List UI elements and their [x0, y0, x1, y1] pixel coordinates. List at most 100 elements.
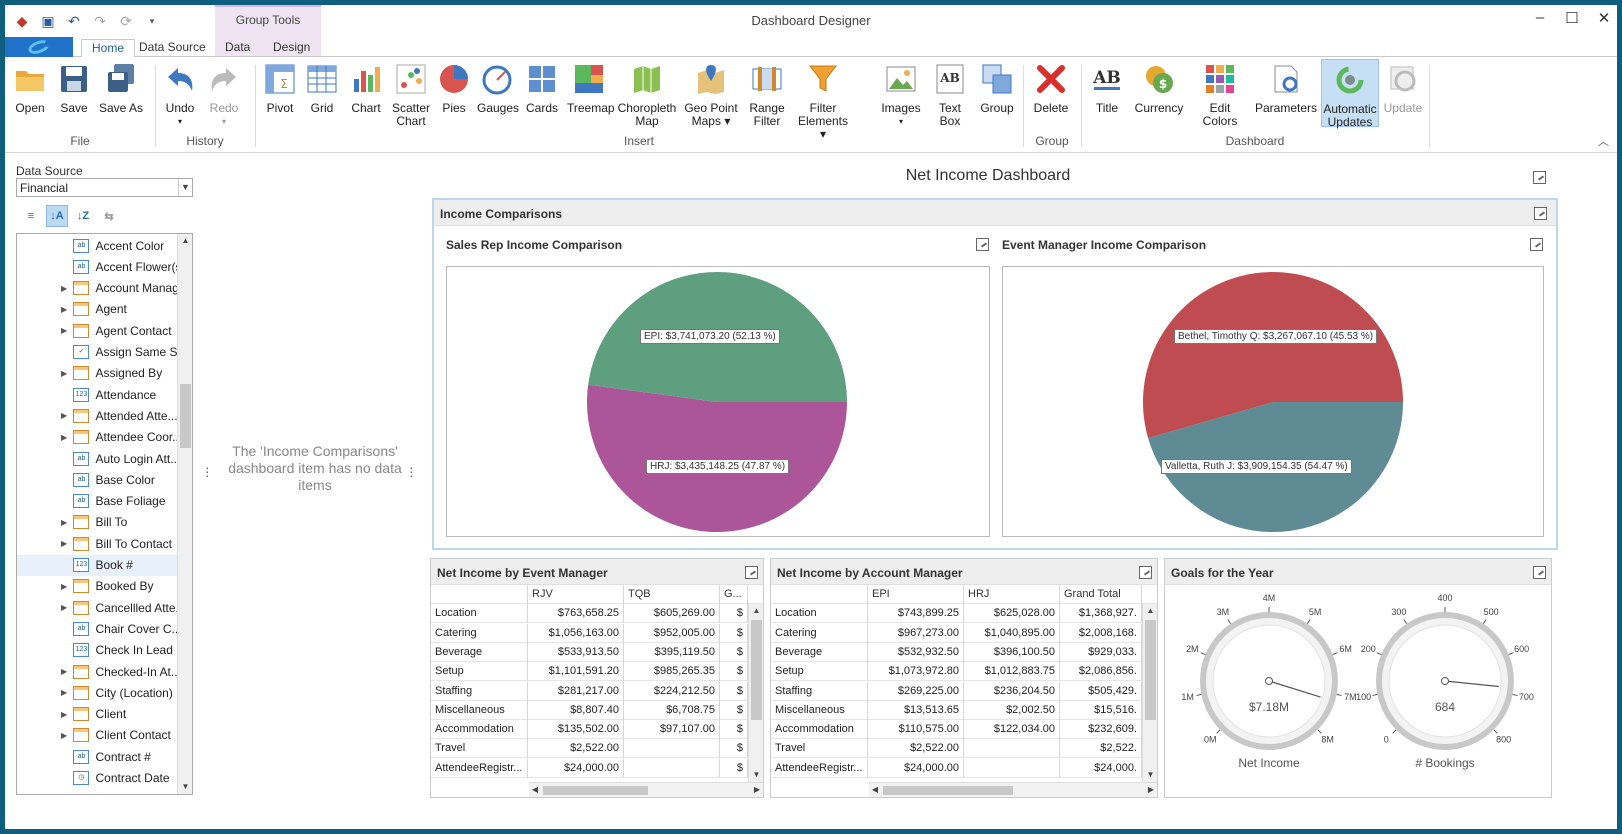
table-row[interactable]: Staffing $281,217.00 $224,212.50 $	[431, 681, 763, 701]
close-icon[interactable]: ✕	[1597, 9, 1611, 27]
maximize-icon[interactable]: ☐	[1565, 9, 1579, 27]
field-item[interactable]: ab Base Foliage	[17, 491, 177, 512]
field-item[interactable]: ab Auto Login Att...	[17, 448, 177, 469]
scroll-up-icon[interactable]: ▲	[1143, 604, 1157, 618]
grid-horizontal-scrollbar[interactable]: ◀ ▶	[869, 782, 1157, 797]
table-row[interactable]: Beverage $533,913.50 $395,119.50 $	[431, 642, 763, 662]
field-item[interactable]: ▶ Checked-In At...	[17, 661, 177, 682]
scroll-thumb[interactable]	[751, 620, 762, 720]
grid-event-export-icon[interactable]	[745, 566, 758, 579]
table-row[interactable]: Travel $2,522.00 $2,522.	[771, 739, 1157, 759]
table-row[interactable]: Setup $1,101,591.20 $985,265.35 $	[431, 662, 763, 682]
save-button[interactable]: Save	[57, 63, 91, 115]
open-button[interactable]: Open	[13, 63, 47, 115]
images-button[interactable]: Images ▾	[881, 63, 921, 128]
field-item[interactable]: ▶ Attended Atte...	[17, 405, 177, 426]
expand-arrow-icon[interactable]: ▶	[61, 688, 70, 697]
file-menu-button[interactable]	[5, 37, 73, 57]
field-item[interactable]: 123 Check In Lead ...	[17, 640, 177, 661]
expand-arrow-icon[interactable]: ▶	[61, 710, 70, 719]
scroll-thumb[interactable]	[543, 786, 648, 795]
delete-button[interactable]: Delete	[1031, 63, 1071, 115]
expand-arrow-icon[interactable]: ▶	[61, 518, 70, 527]
column-header[interactable]: TQB	[624, 585, 720, 604]
column-header[interactable]	[431, 585, 528, 604]
currency-button[interactable]: $ Currency	[1133, 63, 1185, 115]
scroll-thumb[interactable]	[1145, 620, 1156, 720]
table-row[interactable]: Beverage $532,932.50 $396,100.50 $929,033.	[771, 642, 1157, 662]
field-item[interactable]: ab Accent Color	[17, 235, 177, 256]
chevron-down-icon[interactable]: ▼	[178, 179, 192, 196]
gauges-button[interactable]: Gauges	[477, 63, 519, 115]
left-splitter[interactable]: · · ·	[205, 460, 210, 482]
scroll-down-icon[interactable]: ▼	[1143, 768, 1157, 782]
expand-arrow-icon[interactable]: ▶	[61, 326, 70, 335]
table-row[interactable]: Location $763,658.25 $605,269.00 $	[431, 604, 763, 624]
table-row[interactable]: Staffing $269,225.00 $236,204.50 $505,429.	[771, 681, 1157, 701]
table-row[interactable]: Miscellaneous $13,513.65 $2,002.50 $15,516.	[771, 700, 1157, 720]
field-item[interactable]: ▶ Client Contact	[17, 725, 177, 746]
collapse-ribbon-icon[interactable]: ︿	[1598, 133, 1609, 149]
minimize-icon[interactable]: –	[1533, 9, 1547, 27]
table-row[interactable]: Catering $967,273.00 $1,040,895.00 $2,008,1…	[771, 623, 1157, 643]
tab-data[interactable]: Data	[215, 39, 260, 58]
column-header[interactable]	[771, 585, 868, 604]
expand-arrow-icon[interactable]: ▶	[61, 369, 70, 378]
save-as-button[interactable]: Save As	[97, 63, 145, 115]
expand-arrow-icon[interactable]: ▶	[61, 603, 70, 612]
column-header[interactable]: Grand Total	[1060, 585, 1142, 604]
title-button[interactable]: AB Title	[1087, 63, 1127, 115]
group-by-type-icon[interactable]: ≡	[20, 205, 42, 227]
goals-export-icon[interactable]	[1533, 566, 1546, 579]
pies-button[interactable]: Pies	[437, 63, 471, 115]
edit-colors-button[interactable]: Edit Colors	[1191, 63, 1249, 128]
field-item[interactable]: 123 Attendance	[17, 384, 177, 405]
tab-design[interactable]: Design	[263, 39, 320, 58]
table-row[interactable]: Travel $2,522.00 $	[431, 739, 763, 759]
table-row[interactable]: AttendeeRegistr... $24,000.00 $	[431, 758, 763, 778]
field-item[interactable]: ab Accent Flower(s)	[17, 256, 177, 277]
scroll-thumb[interactable]	[180, 384, 191, 448]
sort-descending-icon[interactable]: ↓Z	[72, 205, 94, 227]
treemap-button[interactable]: Treemap	[567, 63, 615, 115]
range-filter-button[interactable]: Range Filter	[745, 63, 789, 128]
account-manager-grid-panel[interactable]: Net Income by Account Manager EPI HRJ Gran…	[770, 558, 1158, 798]
field-item[interactable]: ▶ Agent Contact	[17, 320, 177, 341]
sort-ascending-icon[interactable]: ↓A	[46, 205, 68, 227]
expand-arrow-icon[interactable]: ▶	[61, 411, 70, 420]
cards-button[interactable]: Cards	[525, 63, 559, 115]
choropleth-map-button[interactable]: Choropleth Map	[617, 63, 677, 128]
expand-arrow-icon[interactable]: ▶	[61, 667, 70, 676]
field-item[interactable]: ▶ Agent	[17, 299, 177, 320]
table-row[interactable]: Setup $1,073,972.80 $1,012,883.75 $2,086,85…	[771, 662, 1157, 682]
scroll-right-icon[interactable]: ▶	[1145, 783, 1157, 797]
table-row[interactable]: Accommodation $110,575.00 $122,034.00 $232,…	[771, 720, 1157, 740]
scroll-left-icon[interactable]: ◀	[529, 783, 541, 797]
event-manager-grid-panel[interactable]: Net Income by Event Manager RJV TQB G... Lo…	[430, 558, 764, 798]
redo-button[interactable]: Redo ▾	[207, 63, 241, 128]
data-source-combo[interactable]: Financial ▼	[16, 178, 193, 197]
field-item[interactable]: ▶ Client	[17, 704, 177, 725]
field-list-scrollbar[interactable]: ▲ ▼	[177, 234, 192, 794]
geo-point-maps-button[interactable]: Geo Point Maps ▾	[683, 63, 739, 128]
field-item[interactable]: ▶ Booked By	[17, 576, 177, 597]
field-item[interactable]: ✓ Assign Same S...	[17, 342, 177, 363]
undo-button[interactable]: Undo ▾	[163, 63, 197, 128]
tab-data-source[interactable]: Data Source	[129, 39, 216, 58]
table-row[interactable]: Miscellaneous $8,807.40 $6,708.75 $	[431, 700, 763, 720]
grid-account-export-icon[interactable]	[1139, 566, 1152, 579]
filter-elements-button[interactable]: Filter Elements ▾	[795, 63, 851, 141]
expand-arrow-icon[interactable]: ▶	[61, 433, 70, 442]
column-header[interactable]: HRJ	[964, 585, 1060, 604]
income-comparisons-group[interactable]: Income Comparisons Sales Rep Income Comp…	[432, 198, 1558, 550]
table-row[interactable]: AttendeeRegistr... $24,000.00 $24,000.	[771, 758, 1157, 778]
field-item[interactable]: ▶ Assigned By	[17, 363, 177, 384]
export-icon[interactable]	[1533, 171, 1546, 184]
table-row[interactable]: Accommodation $135,502.00 $97,107.00 $	[431, 720, 763, 740]
pivot-button[interactable]: Σ Pivot	[259, 63, 301, 115]
tab-home[interactable]: Home	[81, 39, 136, 58]
pie-right-export-icon[interactable]	[1530, 238, 1543, 251]
field-item[interactable]: ◷ Contract Date	[17, 768, 177, 789]
field-item[interactable]: ▶ Bill To	[17, 512, 177, 533]
scroll-up-icon[interactable]: ▲	[749, 604, 763, 618]
